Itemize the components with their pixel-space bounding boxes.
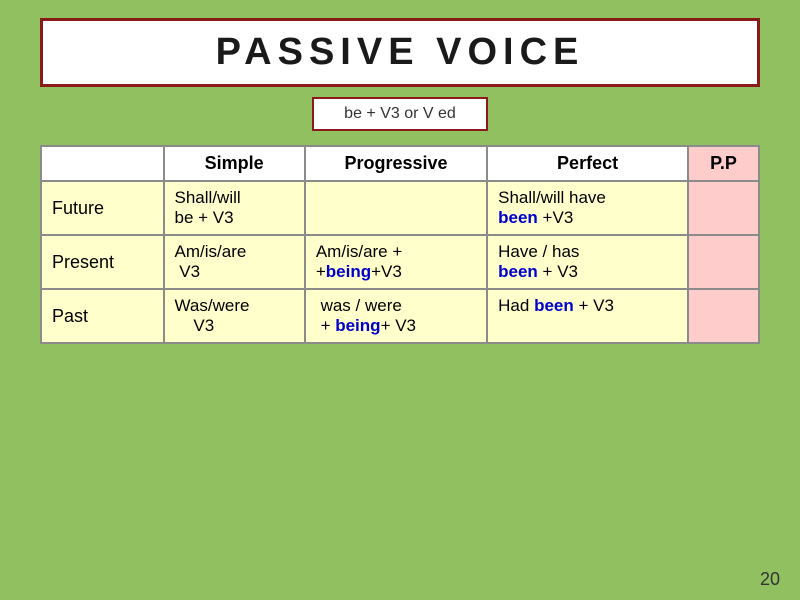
cell-past-progressive: was / were + being+ V3 <box>305 289 487 343</box>
title-box: PASSIVE VOICE <box>40 18 760 87</box>
being-blue-past: being <box>335 316 380 335</box>
cell-present-pp <box>688 235 759 289</box>
cell-past-perfect: Had been + V3 <box>487 289 688 343</box>
been-blue-past: been <box>534 296 574 315</box>
cell-present-progressive: Am/is/are ++being+V3 <box>305 235 487 289</box>
formula-text: be + V3 or V ed <box>344 105 456 122</box>
cell-past-pp <box>688 289 759 343</box>
row-label-present: Present <box>41 235 164 289</box>
cell-present-perfect: Have / has been + V3 <box>487 235 688 289</box>
been-blue-future: been <box>498 208 538 227</box>
header-simple: Simple <box>164 146 305 181</box>
passive-voice-table: Simple Progressive Perfect P.P Future Sh… <box>40 145 760 344</box>
row-label-future: Future <box>41 181 164 235</box>
cell-future-progressive <box>305 181 487 235</box>
header-perfect: Perfect <box>487 146 688 181</box>
cell-future-simple: Shall/willbe + V3 <box>164 181 305 235</box>
table-row: Present Am/is/are V3 Am/is/are ++being+V… <box>41 235 759 289</box>
header-pp: P.P <box>688 146 759 181</box>
cell-future-perfect: Shall/will have been +V3 <box>487 181 688 235</box>
being-blue-present: being <box>326 262 371 281</box>
formula-box: be + V3 or V ed <box>312 97 488 131</box>
header-col0 <box>41 146 164 181</box>
page-number: 20 <box>760 569 780 590</box>
cell-future-pp <box>688 181 759 235</box>
table-row: Future Shall/willbe + V3 Shall/will have… <box>41 181 759 235</box>
page-title: PASSIVE VOICE <box>216 31 585 73</box>
row-label-past: Past <box>41 289 164 343</box>
cell-present-simple: Am/is/are V3 <box>164 235 305 289</box>
header-progressive: Progressive <box>305 146 487 181</box>
page: PASSIVE VOICE be + V3 or V ed Simple Pro… <box>0 0 800 600</box>
been-blue-present: been <box>498 262 538 281</box>
cell-past-simple: Was/were V3 <box>164 289 305 343</box>
table-row: Past Was/were V3 was / were + being+ V3 … <box>41 289 759 343</box>
